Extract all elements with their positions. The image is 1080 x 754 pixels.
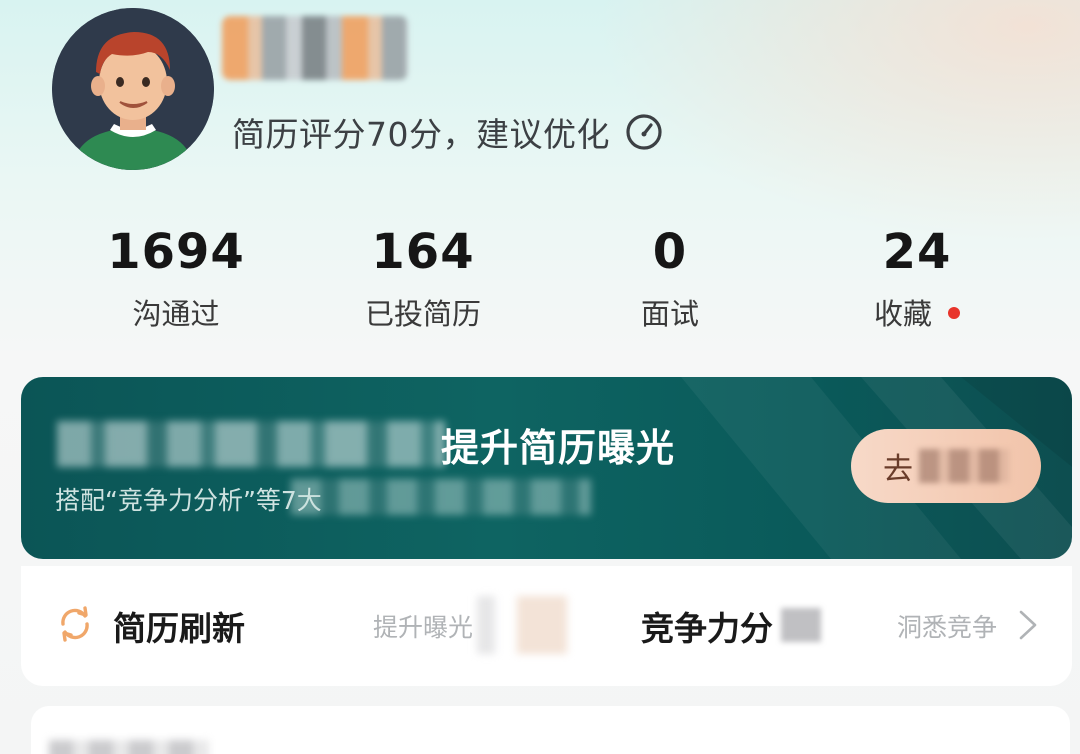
notification-dot	[948, 307, 960, 319]
stat-label: 收藏	[873, 297, 932, 331]
stat-contacted[interactable]: 1694 沟通过	[76, 222, 276, 332]
stat-value: 164	[371, 224, 475, 280]
banner-button-redacted	[919, 449, 1009, 483]
banner-title-redacted	[57, 421, 445, 467]
gauge-icon	[624, 112, 664, 152]
chevron-right-icon[interactable]	[1017, 608, 1039, 642]
banner-title: 提升简历曝光	[441, 426, 676, 470]
avatar[interactable]	[52, 8, 214, 170]
stats-row: 1694 沟通过 164 已投简历 0 面试 24 收藏	[0, 222, 1080, 342]
stat-applied[interactable]: 164 已投简历	[323, 222, 523, 332]
stat-favorites[interactable]: 24 收藏	[817, 222, 1017, 332]
tools-card: 简历刷新 提升曝光 竞争力分 洞悉竞争	[21, 566, 1072, 686]
resume-score-row[interactable]: 简历评分70分，建议优化	[232, 108, 664, 156]
stat-label: 已投简历	[364, 297, 481, 331]
resume-refresh-subtitle: 提升曝光	[373, 613, 474, 642]
avatar-illustration	[52, 8, 214, 170]
stat-label: 面试	[640, 297, 699, 331]
next-card	[31, 706, 1070, 754]
stat-value: 0	[652, 224, 688, 280]
resume-refresh-title[interactable]: 简历刷新	[113, 602, 245, 650]
refresh-icon	[55, 604, 95, 644]
redacted-area	[477, 596, 627, 654]
redacted-area	[49, 740, 209, 754]
banner-button-label: 去	[883, 452, 913, 487]
username-redacted	[222, 16, 408, 80]
promo-banner[interactable]: 提升简历曝光 搭配“竞争力分析”等7大 去	[21, 377, 1072, 559]
resume-score-text: 简历评分70分，建议优化	[232, 115, 610, 154]
stat-value: 1694	[107, 224, 245, 280]
stat-label-wrap: 收藏	[817, 296, 1017, 332]
stat-value: 24	[882, 224, 952, 280]
redacted-area	[781, 608, 821, 642]
stat-interviews[interactable]: 0 面试	[570, 222, 770, 332]
stat-label: 沟通过	[132, 297, 220, 331]
banner-subtitle-redacted	[291, 479, 591, 515]
banner-subtitle: 搭配“竞争力分析”等7大	[55, 486, 322, 515]
competition-title[interactable]: 竞争力分	[641, 602, 773, 650]
banner-action-button[interactable]: 去	[851, 429, 1041, 503]
competition-subtitle: 洞悉竞争	[897, 613, 998, 642]
